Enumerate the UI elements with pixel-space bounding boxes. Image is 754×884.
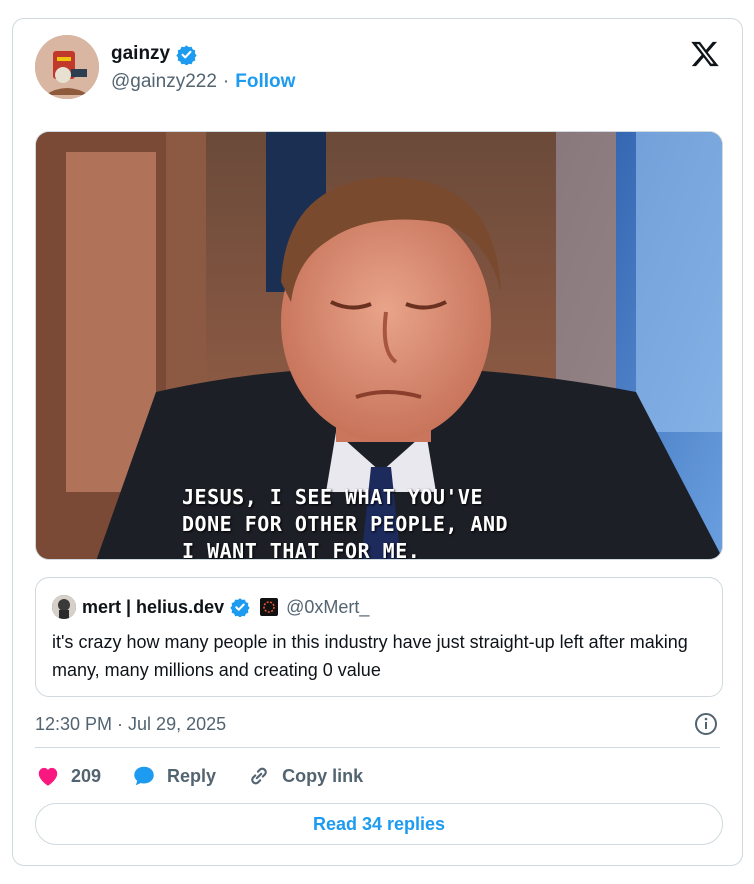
embedded-tweet-card: gainzy @gainzy222 · Follow JESUS, I SEE … [12,18,743,866]
display-name-row: gainzy [111,41,295,67]
quoted-tweet-text: it's crazy how many people in this indus… [52,632,688,680]
handle-row: @gainzy222 · Follow [111,71,295,93]
meme-caption: JESUS, I SEE WHAT YOU'VE DONE FOR OTHER P… [182,484,509,560]
caption-line-1: JESUS, I SEE WHAT YOU'VE [182,485,483,509]
quoted-author-avatar [52,595,76,619]
verified-badge-icon [176,44,197,65]
divider [35,747,720,748]
quoted-handle: @0xMert_ [286,596,370,617]
like-count: 209 [71,765,102,786]
link-icon [251,767,267,785]
like-button[interactable]: 209 [35,763,101,789]
follow-button[interactable]: Follow [235,71,295,93]
read-replies-button[interactable]: Read 34 replies [35,803,723,845]
caption-line-3: I WANT THAT FOR ME. [182,539,421,560]
affiliation-badge-icon [260,598,279,616]
heart-icon [38,767,58,786]
quoted-display-name: mert | helius.dev [82,596,225,617]
info-icon[interactable] [694,712,718,736]
caption-line-2: DONE FOR OTHER PEOPLE, AND [182,512,509,536]
quoted-tweet[interactable]: mert | helius.dev @0xMert_ it's crazy ho… [35,577,723,697]
tweet-meta: 12:30 PM · Jul 29, 2025 [35,709,720,739]
author-avatar[interactable] [35,35,99,99]
author-display-name[interactable]: gainzy [111,43,170,65]
reply-label: Reply [167,765,217,786]
tweet-actions: 209 Reply Copy link [35,761,393,791]
author-names: gainzy @gainzy222 · Follow [111,41,295,93]
tweet-timestamp[interactable]: 12:30 PM · Jul 29, 2025 [35,714,226,735]
separator-dot: · [222,71,230,92]
quoted-tweet-header: mert | helius.dev @0xMert_ [52,594,369,620]
reply-icon [134,766,154,786]
copy-link-button[interactable]: Copy link [246,763,363,789]
x-logo-icon[interactable] [690,39,720,69]
author-handle[interactable]: @gainzy222 [111,71,217,93]
copy-link-label: Copy link [282,765,364,786]
reply-button[interactable]: Reply [131,763,216,789]
tweet-media-image[interactable]: JESUS, I SEE WHAT YOU'VE DONE FOR OTHER P… [35,131,723,560]
verified-badge-icon [230,598,250,617]
tweet-header: gainzy @gainzy222 · Follow [35,35,720,105]
